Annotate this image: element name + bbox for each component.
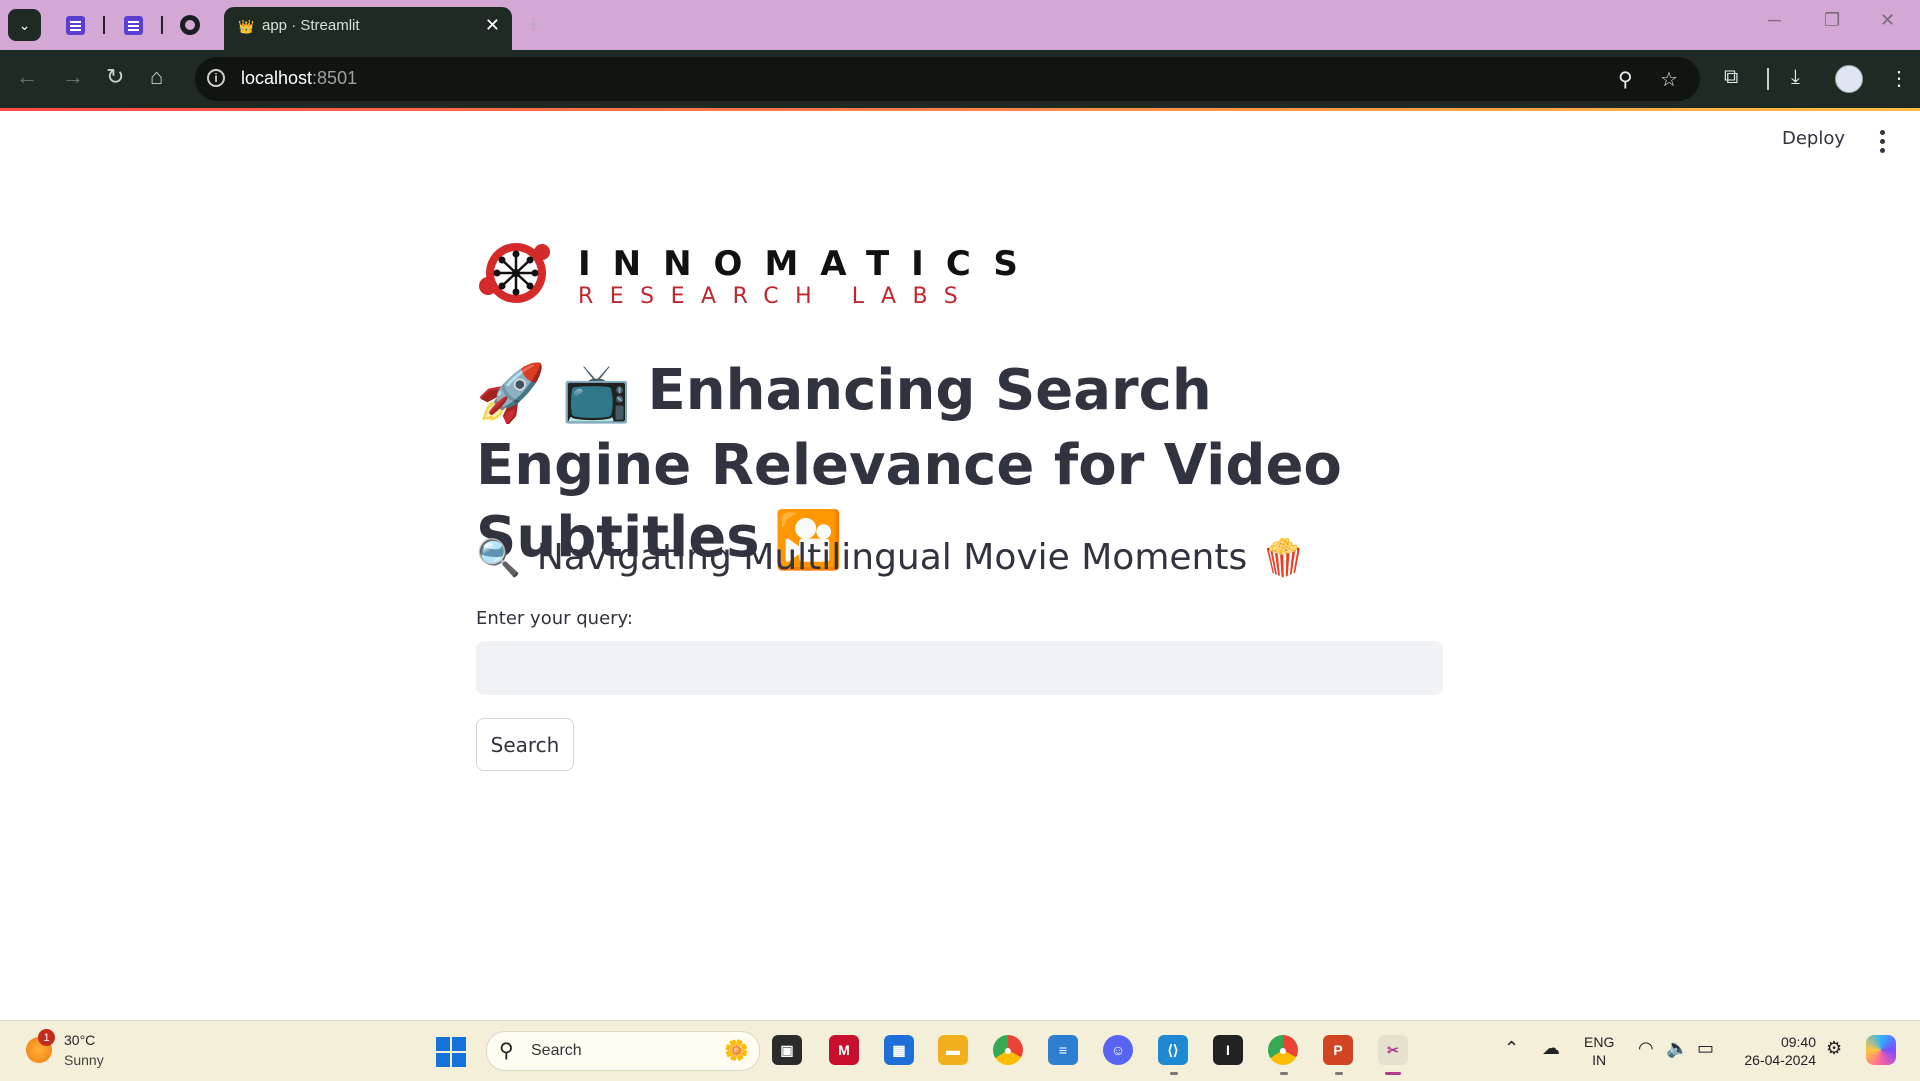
microsoft-store-icon[interactable]: ▦ [884, 1035, 914, 1065]
clock-date: 26-04-2024 [1744, 1052, 1816, 1068]
lang-code: ENG [1584, 1034, 1615, 1050]
pinned-tab-list-1[interactable] [62, 12, 88, 38]
popcorn-icon: 🍿 [1261, 538, 1307, 579]
profile-avatar[interactable] [1835, 65, 1863, 93]
url-host: localhost [241, 68, 313, 88]
forward-icon[interactable]: → [62, 64, 84, 90]
notepad-icon[interactable]: ≡ [1048, 1035, 1078, 1065]
list-icon [123, 15, 143, 35]
toolbar-separator [1767, 68, 1769, 90]
site-info-icon[interactable]: i [207, 69, 225, 87]
bookmark-star-icon[interactable]: ☆ [1660, 67, 1678, 92]
address-bar[interactable]: i localhost:8501 ⚲ ☆ [195, 57, 1700, 101]
running-indicator [1170, 1072, 1178, 1075]
windows-start-icon[interactable] [436, 1037, 466, 1067]
logo-text-research-labs: RESEARCH LABS [578, 284, 975, 309]
copilot-icon[interactable] [1866, 1035, 1896, 1065]
search-icon: ⚲ [499, 1040, 514, 1062]
taskbar-search-label: Search [531, 1042, 582, 1059]
onedrive-icon[interactable]: ☁ [1542, 1038, 1560, 1059]
running-indicator-active [1385, 1072, 1401, 1075]
pinned-separator [161, 16, 163, 34]
browser-menu-icon[interactable]: ⋮ [1889, 66, 1909, 91]
tab-title: app · Streamlit [262, 17, 360, 34]
streamlit-decoration-bar [0, 108, 1920, 111]
powerpoint-icon[interactable]: P [1323, 1035, 1353, 1065]
system-clock[interactable]: 09:40 26-04-2024 [1736, 1033, 1816, 1069]
browser-toolbar: ← → ↻ ⌂ i localhost:8501 ⚲ ☆ ⧉ ⤓ ⋮ [0, 50, 1920, 108]
innomatics-logo: INNOMATICS RESEARCH LABS [476, 240, 1018, 310]
new-tab-icon[interactable]: + [526, 11, 540, 39]
terminal-icon[interactable]: I [1213, 1035, 1243, 1065]
windows-taskbar: 1 30°C Sunny ⚲ Search 🌼 ▣ M ▦ ▬ ● ≡ ☺ ⟨⟩… [0, 1020, 1920, 1081]
pinned-tab-github[interactable] [177, 12, 203, 38]
weather-badge: 1 [38, 1029, 55, 1046]
tab-search-menu-icon[interactable]: ⌄ [8, 9, 41, 41]
url-text: localhost:8501 [241, 68, 357, 89]
subheading: 🔍 Navigating Multilingual Movie Moments 🍿 [476, 530, 1376, 587]
focus-assist-icon[interactable]: ⚙ [1826, 1038, 1842, 1059]
tab-app-streamlit[interactable]: 👑 app · Streamlit ✕ [224, 7, 512, 50]
github-icon [180, 15, 200, 35]
vscode-icon[interactable]: ⟨⟩ [1158, 1035, 1188, 1065]
running-indicator [1335, 1072, 1343, 1075]
query-label: Enter your query: [476, 608, 633, 629]
search-highlight-icon: 🌼 [724, 1040, 749, 1062]
snipping-tool-icon[interactable]: ✂ [1378, 1035, 1408, 1065]
weather-description[interactable]: Sunny [64, 1052, 104, 1068]
running-indicator [1280, 1072, 1288, 1075]
search-button[interactable]: Search [476, 718, 574, 771]
task-view-icon[interactable]: ▣ [772, 1035, 802, 1065]
pinned-separator [103, 16, 105, 34]
television-icon: 📺 [561, 360, 632, 426]
home-icon[interactable]: ⌂ [150, 64, 163, 90]
restore-icon[interactable]: ❐ [1824, 10, 1840, 31]
mcafee-icon[interactable]: M [829, 1035, 859, 1065]
pinned-tab-list-2[interactable] [120, 12, 146, 38]
innomatics-logo-mark [479, 243, 550, 303]
tray-overflow-chevron-icon[interactable]: ⌃ [1504, 1038, 1519, 1059]
main-menu-icon[interactable] [1880, 130, 1886, 157]
minimize-icon[interactable]: ─ [1768, 10, 1781, 31]
browser-tabstrip: ⌄ 👑 app · Streamlit ✕ + ─ ❐ ✕ [0, 0, 1920, 50]
chrome-icon[interactable]: ● [1268, 1035, 1298, 1065]
magnifier-icon: 🔍 [476, 538, 521, 579]
chrome-icon[interactable]: ● [993, 1035, 1023, 1065]
list-icon [65, 15, 85, 35]
subheading-text: Navigating Multilingual Movie Moments [536, 537, 1248, 578]
tab-close-icon[interactable]: ✕ [485, 15, 500, 36]
download-icon[interactable]: ⤓ [1791, 66, 1800, 89]
deploy-button[interactable]: Deploy [1782, 128, 1845, 149]
rocket-icon: 🚀 [476, 360, 546, 426]
url-port: :8501 [312, 68, 358, 88]
lang-region: IN [1592, 1052, 1607, 1068]
logo-text-innomatics: INNOMATICS [578, 244, 1040, 284]
streamlit-favicon-icon: 👑 [238, 19, 255, 34]
volume-icon[interactable]: 🔈 [1666, 1038, 1688, 1059]
input-language[interactable]: ENG IN [1584, 1033, 1614, 1069]
file-explorer-icon[interactable]: ▬ [938, 1035, 968, 1065]
window-close-icon[interactable]: ✕ [1880, 10, 1895, 31]
clock-time: 09:40 [1780, 1034, 1816, 1050]
weather-temperature[interactable]: 30°C [64, 1032, 95, 1048]
back-icon[interactable]: ← [16, 64, 38, 90]
discord-icon[interactable]: ☺ [1103, 1035, 1133, 1065]
battery-icon[interactable]: ▭ [1697, 1038, 1714, 1059]
query-input[interactable] [476, 641, 1443, 695]
taskbar-search[interactable]: ⚲ Search 🌼 [486, 1031, 760, 1071]
wifi-icon[interactable]: ◠ [1638, 1038, 1654, 1059]
reload-icon[interactable]: ↻ [106, 64, 124, 90]
extensions-icon[interactable]: ⧉ [1724, 66, 1738, 89]
zoom-icon[interactable]: ⚲ [1618, 67, 1633, 92]
